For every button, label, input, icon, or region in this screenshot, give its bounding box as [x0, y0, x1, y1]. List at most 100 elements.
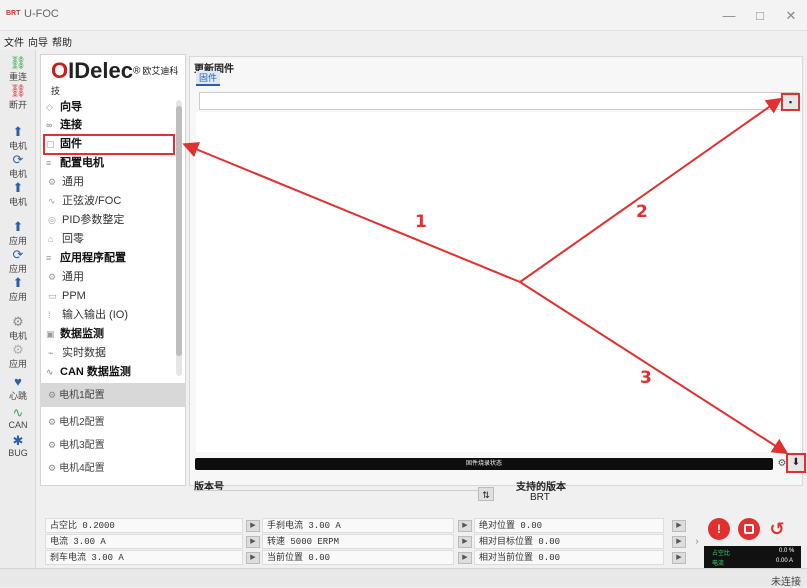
refresh-icon: ⟳ [12, 152, 24, 167]
gear-icon: ⚙ [48, 463, 57, 473]
nav-app-general[interactable]: ⚙ 通用 [46, 269, 174, 286]
version-refresh-button[interactable]: ⇅ [478, 487, 494, 501]
title-bar: BRT U-FOC — □ ✕ [0, 0, 807, 31]
stop-button[interactable] [738, 518, 760, 540]
send-brake-button[interactable]: ▶ [246, 552, 260, 564]
nav-motor-config[interactable]: ≡ 配置电机 [46, 155, 174, 172]
bug-button[interactable]: ✱ BUG [0, 433, 36, 459]
nav-scrollbar[interactable] [176, 100, 182, 376]
motor-4-config[interactable]: ⚙ 电机4配置 [40, 456, 186, 480]
version-divider [194, 490, 494, 491]
menu-file[interactable]: 文件 [4, 34, 24, 49]
motor-icon: ⚙ [12, 314, 24, 329]
can-icon: ∿ [12, 405, 24, 420]
menu-help[interactable]: 帮助 [52, 34, 72, 49]
can-button[interactable]: ∿ CAN [0, 405, 36, 431]
heart-icon: ♥ [14, 374, 22, 389]
motor-setup-button[interactable]: ⚙ 电机 [0, 315, 36, 342]
refresh-icon: ⟳ [12, 247, 24, 262]
send-handbrake-button[interactable]: ▶ [458, 520, 472, 532]
nav-foc[interactable]: ∿ 正弦波/FOC [46, 193, 174, 210]
app-write-button[interactable]: ⬆ 应用 [0, 220, 36, 247]
status-rpm: 转速 5000 ERPM [262, 534, 454, 549]
reset-button[interactable]: ↺ [766, 518, 788, 540]
menu-wizard[interactable]: 向导 [28, 34, 48, 49]
upload-icon: ⬆ [12, 275, 24, 290]
send-current-button[interactable]: ▶ [246, 536, 260, 548]
motor-read-button[interactable]: ⟳ 电机 [0, 153, 36, 180]
status-abs-position: 绝对位置 0.00 [474, 518, 664, 533]
current-meter-value: 0.00 A [776, 558, 794, 564]
status-bar: 未连接 [0, 568, 807, 588]
status-rel-current: 相对当前位置 0.00 [474, 550, 664, 565]
annotation-label-2: 2 [636, 202, 648, 222]
motor-2-config[interactable]: ⚙ 电机2配置 [40, 410, 186, 434]
close-button[interactable]: ✕ [776, 6, 806, 26]
nav-scroll-thumb[interactable] [176, 106, 182, 356]
nav-wizard[interactable]: ◇ 向导 [46, 99, 174, 116]
status-rel-target: 相对目标位置 0.00 [474, 534, 664, 549]
send-rpm-button[interactable]: ▶ [458, 536, 472, 548]
current-meter-label: 电流 [712, 561, 725, 567]
upload-icon: ⬆ [12, 180, 24, 195]
nav-homing[interactable]: ⌂ 回零 [46, 231, 174, 248]
motor-write-button[interactable]: ⬆ 电机 [0, 125, 36, 152]
nav-can-monitor[interactable]: ∿ CAN 数据监测 [46, 364, 174, 381]
send-position-button[interactable]: ▶ [458, 552, 472, 564]
nav-app-config[interactable]: ≡ 应用程序配置 [46, 250, 174, 267]
firmware-path-field[interactable] [199, 92, 799, 110]
stop-icon [744, 524, 754, 534]
motor-1-config[interactable]: ⚙ 电机1配置 [40, 383, 186, 407]
supported-version-value: BRT [530, 492, 550, 503]
send-duty-button[interactable]: ▶ [246, 520, 260, 532]
duty-meter-value: 0.0 % [779, 548, 795, 554]
nav-connect[interactable]: ∞ 连接 [46, 117, 174, 134]
brand-logo: OIDelec® 欧艾迪科技 [51, 58, 179, 96]
firmware-list-area[interactable] [196, 112, 800, 452]
gear-icon: ⚙ [48, 390, 57, 400]
app-icon: ⚙ [12, 342, 24, 357]
nav-data-monitor[interactable]: ▣ 数据监测 [46, 326, 174, 343]
app-read-button[interactable]: ⟳ 应用 [0, 248, 36, 275]
app-setup-button[interactable]: ⚙ 应用 [0, 343, 36, 370]
send-rel-current-button[interactable]: ▶ [672, 552, 686, 564]
download-icon: ⬇ [791, 457, 801, 468]
connection-status: 未连接 [771, 577, 801, 588]
status-duty: 占空比 0.2000 [45, 518, 243, 533]
heartbeat-button[interactable]: ♥ 心跳 [0, 375, 36, 402]
status-current: 电流 3.00 A [45, 534, 243, 549]
nav-realtime[interactable]: ⌁ 实时数据 [46, 345, 174, 362]
tab-firmware[interactable]: 固件 [196, 71, 221, 86]
upload-firmware-button[interactable]: ⬇ [786, 453, 806, 473]
app-default-button[interactable]: ⬆ 应用 [0, 276, 36, 303]
gear-icon: ⚙ [48, 417, 57, 427]
nav-ppm[interactable]: ▭ PPM [46, 288, 174, 305]
menu-bar: 文件 向导 帮助 [0, 31, 807, 50]
status-brake-current: 刹车电流 3.00 A [45, 550, 243, 565]
open-file-button[interactable]: ▪ [781, 93, 800, 111]
disconnect-button[interactable]: ⛓ 断开 [0, 84, 36, 111]
minimize-button[interactable]: — [714, 6, 744, 26]
send-abs-button[interactable]: ▶ [672, 520, 686, 532]
status-position: 当前位置 0.00 [262, 550, 454, 565]
upload-icon: ⬆ [12, 124, 24, 139]
window-title: U-FOC [24, 8, 59, 20]
nav-pid[interactable]: ◎ PID参数整定 [46, 212, 174, 229]
motor-3-config[interactable]: ⚙ 电机3配置 [40, 433, 186, 457]
gear-icon: ⚙ [48, 440, 57, 450]
motor-default-button[interactable]: ⬆ 电机 [0, 181, 36, 208]
maximize-button[interactable]: □ [745, 6, 775, 26]
status-handbrake: 手刹电流 3.00 A [262, 518, 454, 533]
supported-version-label: 支持的版本 [516, 482, 566, 493]
folder-icon: ▪ [788, 97, 793, 107]
send-rel-target-button[interactable]: ▶ [672, 536, 686, 548]
upload-icon: ⬆ [12, 219, 24, 234]
reconnect-button[interactable]: ⛓ 重连 [0, 56, 36, 83]
firmware-highlight-box [43, 134, 175, 155]
chevron-right-icon[interactable]: › [692, 518, 702, 566]
annotation-label-3: 3 [640, 368, 652, 388]
nav-io[interactable]: ⁞ 输入输出 (IO) [46, 307, 174, 324]
emergency-stop-button[interactable]: ! [708, 518, 730, 540]
bug-icon: ✱ [12, 433, 24, 448]
nav-motor-general[interactable]: ⚙ 通用 [46, 174, 174, 191]
